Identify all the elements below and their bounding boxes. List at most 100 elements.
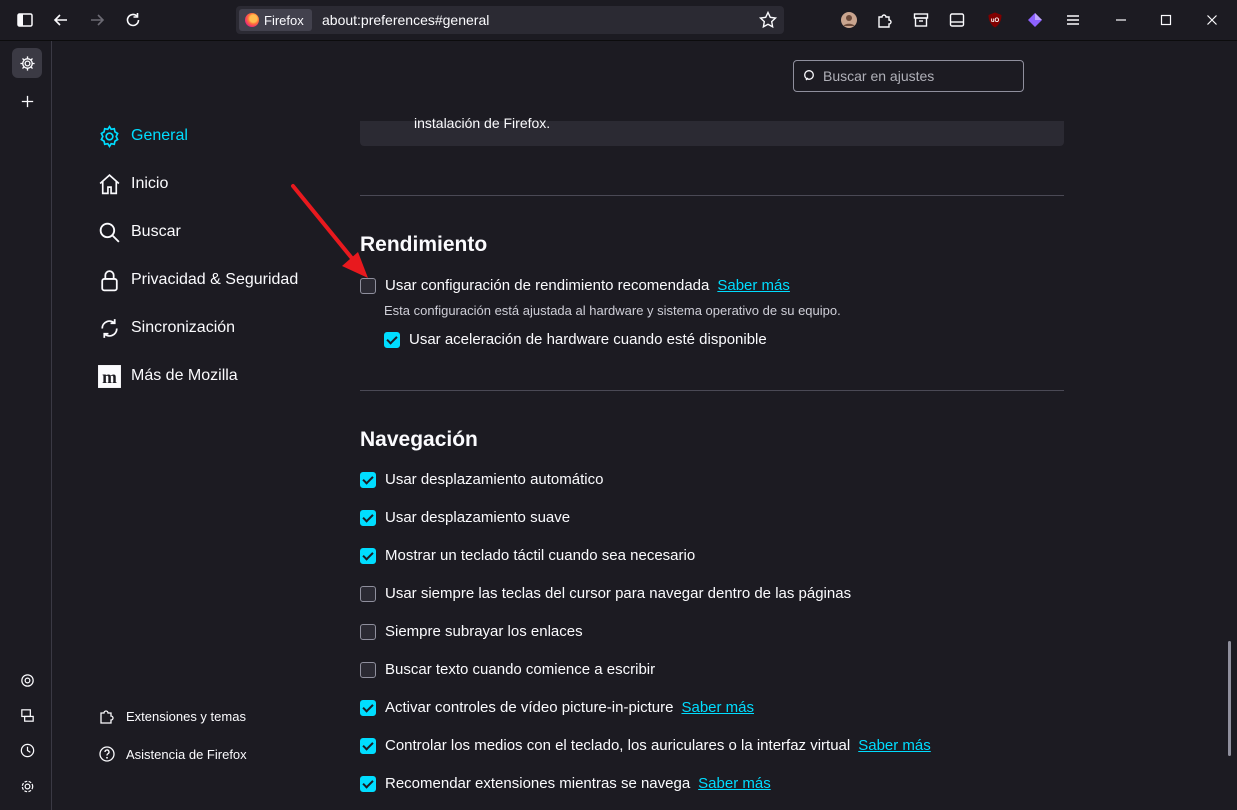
category-label: Inicio — [131, 175, 169, 192]
scrollbar-thumb[interactable] — [1228, 641, 1231, 756]
recommended-performance-checkbox[interactable] — [360, 277, 376, 294]
category-home[interactable]: Inicio — [97, 169, 168, 199]
svg-text:m: m — [102, 366, 117, 386]
bookmark-star-icon[interactable] — [758, 10, 778, 30]
gear-icon — [100, 124, 119, 148]
navigation-option-label: Usar desplazamiento automático — [385, 471, 604, 488]
pocket-archive-icon[interactable] — [909, 8, 933, 32]
preferences-page: Buscar en ajustes General Inicio Buscar … — [52, 41, 1237, 810]
lock-icon — [101, 269, 118, 291]
sidebar-toggle-icon[interactable] — [13, 8, 37, 32]
back-arrow-icon[interactable] — [49, 8, 73, 32]
synced-tabs-icon[interactable] — [12, 700, 42, 730]
navigation-option[interactable]: Activar controles de vídeo picture-in-pi… — [360, 699, 754, 716]
hardware-acceleration-label: Usar aceleración de hardware cuando esté… — [409, 331, 767, 348]
navigation-option-checkbox[interactable] — [360, 547, 376, 564]
navigation-option-checkbox[interactable] — [360, 661, 376, 678]
navigation-option-checkbox[interactable] — [360, 623, 376, 640]
identity-box[interactable]: Firefox — [239, 9, 312, 31]
footer-link-label: Asistencia de Firefox — [126, 746, 247, 762]
url-text[interactable]: about:preferences#general — [322, 12, 489, 28]
navigation-option-label: Mostrar un teclado táctil cuando sea nec… — [385, 547, 696, 564]
navigation-option-label: Activar controles de vídeo picture-in-pi… — [385, 699, 674, 716]
recommended-performance-label: Usar configuración de rendimiento recome… — [385, 277, 710, 294]
browser-toolbar: Firefox about:preferences#general uO — [0, 0, 1237, 41]
ublock-shield-icon[interactable]: uO — [983, 8, 1007, 32]
proton-diamond-icon[interactable] — [1023, 8, 1047, 32]
search-settings-input[interactable]: Buscar en ajustes — [793, 60, 1024, 92]
hardware-acceleration-option[interactable]: Usar aceleración de hardware cuando esté… — [384, 331, 767, 348]
ai-chatbot-icon[interactable] — [12, 665, 42, 695]
extensions-puzzle-icon[interactable] — [873, 8, 897, 32]
performance-description: Esta configuración está ajustada al hard… — [384, 303, 841, 318]
search-icon — [804, 70, 814, 81]
sync-icon — [101, 318, 118, 338]
hardware-acceleration-checkbox[interactable] — [384, 331, 400, 348]
identity-label: Firefox — [264, 12, 304, 28]
search-placeholder: Buscar en ajustes — [823, 68, 935, 84]
customize-gear-icon[interactable] — [12, 771, 42, 801]
puzzle-icon — [100, 710, 114, 724]
home-icon — [99, 173, 120, 194]
navigation-option-checkbox[interactable] — [360, 585, 376, 602]
firefox-support-link[interactable]: Asistencia de Firefox — [98, 742, 247, 766]
vertical-sidebar-strip — [0, 41, 52, 810]
learn-more-link[interactable]: Saber más — [858, 737, 931, 754]
learn-more-link[interactable]: Saber más — [681, 699, 754, 716]
info-panel: instalación de Firefox. — [360, 115, 1064, 146]
navigation-option[interactable]: Buscar texto cuando comience a escribir — [360, 661, 655, 678]
performance-heading: Rendimiento — [360, 233, 488, 256]
address-bar[interactable]: Firefox about:preferences#general — [236, 6, 784, 34]
navigation-option-checkbox[interactable] — [360, 737, 376, 754]
category-general[interactable]: General — [97, 121, 188, 151]
navigation-option[interactable]: Usar desplazamiento automático — [360, 471, 603, 488]
navigation-option[interactable]: Controlar los medios con el teclado, los… — [360, 737, 931, 754]
navigation-option[interactable]: Usar siempre las teclas del cursor para … — [360, 585, 851, 602]
navigation-option[interactable]: Recomendar extensiones mientras se naveg… — [360, 775, 771, 792]
account-avatar[interactable] — [837, 8, 861, 32]
navigation-option[interactable]: Mostrar un teclado táctil cuando sea nec… — [360, 547, 695, 564]
navigation-option-label: Buscar texto cuando comience a escribir — [385, 661, 656, 678]
maximize-window-icon[interactable] — [1154, 8, 1178, 32]
learn-more-link[interactable]: Saber más — [698, 775, 771, 792]
category-label: Privacidad & Seguridad — [131, 271, 299, 288]
minimize-window-icon[interactable] — [1109, 8, 1133, 32]
category-label: Más de Mozilla — [131, 367, 238, 384]
info-panel-text: instalación de Firefox. — [414, 115, 551, 131]
navigation-option-checkbox[interactable] — [360, 699, 376, 716]
reader-view-icon[interactable] — [945, 8, 969, 32]
category-privacy[interactable]: Privacidad & Seguridad — [97, 265, 298, 295]
svg-text:uO: uO — [991, 18, 1000, 24]
navigation-option-checkbox[interactable] — [360, 775, 376, 792]
firefox-logo-icon — [245, 13, 259, 27]
footer-link-label: Extensiones y temas — [126, 708, 246, 724]
category-label: Sincronización — [131, 319, 236, 336]
close-window-icon[interactable] — [1200, 8, 1224, 32]
navigation-option[interactable]: Usar desplazamiento suave — [360, 509, 570, 526]
reload-icon[interactable] — [121, 8, 145, 32]
category-more-from-mozilla[interactable]: m Más de Mozilla — [97, 361, 238, 391]
navigation-option-label: Siempre subrayar los enlaces — [385, 623, 583, 640]
navigation-option-checkbox[interactable] — [360, 471, 376, 488]
section-divider — [360, 195, 1064, 196]
navigation-option-checkbox[interactable] — [360, 509, 376, 526]
learn-more-link[interactable]: Saber más — [717, 277, 790, 294]
forward-arrow-icon[interactable] — [85, 8, 109, 32]
mozilla-icon: m — [98, 364, 121, 388]
addons-themes-link[interactable]: Extensiones y temas — [98, 704, 246, 728]
section-divider — [360, 390, 1064, 391]
navigation-option-label: Usar siempre las teclas del cursor para … — [385, 585, 852, 602]
navigation-option[interactable]: Siempre subrayar los enlaces — [360, 623, 583, 640]
navigation-option-label: Usar desplazamiento suave — [385, 509, 571, 526]
settings-gear-icon[interactable] — [12, 48, 42, 78]
new-tab-plus-icon[interactable] — [12, 86, 42, 116]
search-icon — [99, 222, 120, 243]
hamburger-menu-icon[interactable] — [1061, 8, 1085, 32]
category-label: General — [131, 127, 188, 144]
history-clock-icon[interactable] — [12, 735, 42, 765]
category-sync[interactable]: Sincronización — [97, 313, 235, 343]
recommended-performance-option[interactable]: Usar configuración de rendimiento recome… — [360, 277, 790, 294]
navigation-option-label: Controlar los medios con el teclado, los… — [385, 737, 851, 754]
category-label: Buscar — [131, 223, 181, 240]
category-search[interactable]: Buscar — [97, 217, 181, 247]
